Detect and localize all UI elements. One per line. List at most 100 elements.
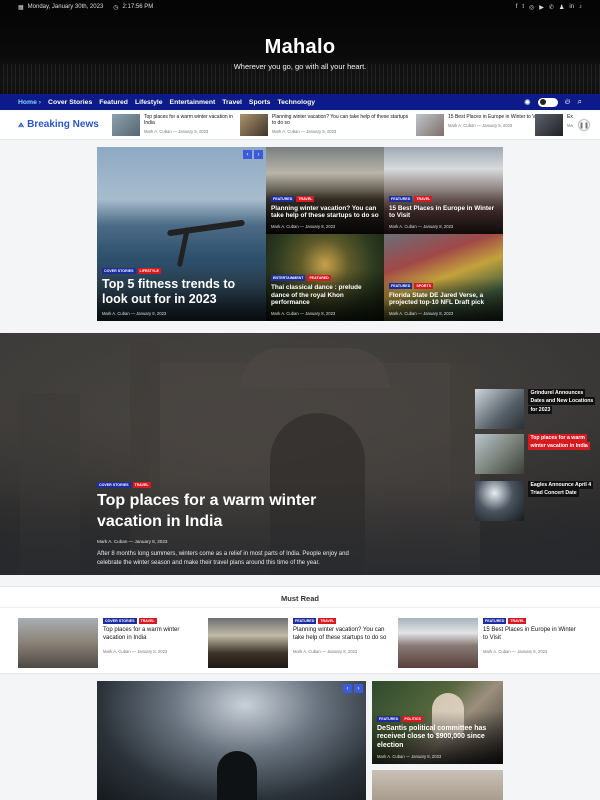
side-thumbnail: [475, 389, 525, 429]
twitter-icon[interactable]: t: [522, 4, 524, 11]
next-arrow-icon[interactable]: ›: [354, 684, 363, 693]
card-title[interactable]: Top 5 fitness trends to look out for in …: [102, 277, 261, 307]
must-read-item[interactable]: Featured Travel 15 Best Places in Europe …: [398, 618, 578, 668]
category-tag[interactable]: Politics: [402, 715, 423, 722]
category-tag[interactable]: Sports: [414, 282, 434, 289]
category-tag[interactable]: Travel: [508, 618, 527, 624]
nav-item-entertainment[interactable]: Entertainment: [170, 99, 216, 106]
nav-item-sports[interactable]: Sports: [249, 99, 271, 106]
card-title[interactable]: Planning winter vacation? You can take h…: [271, 205, 379, 220]
card-meta: Mark A. Cuban — January 8, 2023: [377, 754, 442, 759]
card-meta: Mark A. Cuban — January 8, 2023: [389, 224, 454, 229]
feature-side-item[interactable]: Eagles Announce April 4 Triad Concert Da…: [475, 481, 595, 521]
breaking-thumbnail: [535, 114, 563, 136]
site-title[interactable]: Mahalo: [0, 36, 600, 59]
nav-item-home[interactable]: Home ›: [18, 99, 41, 106]
card-meta: Mark A. Cuban — January 8, 2023: [389, 311, 454, 316]
must-read-title[interactable]: Top places for a warm winter vacation in…: [103, 627, 198, 643]
grid-card[interactable]: Featured Travel 15 Best Places in Europe …: [384, 147, 503, 234]
feature-text: Cover Stories Travel Top places for a war…: [97, 482, 457, 568]
feature-hero[interactable]: Cover Stories Travel Top places for a war…: [0, 333, 600, 575]
must-read-item[interactable]: Featured Travel Planning winter vacation?…: [208, 618, 388, 668]
facebook-icon[interactable]: f: [516, 4, 518, 11]
card-meta: Mark A. Cuban — January 8, 2023: [271, 224, 336, 229]
breaking-thumbnail: [416, 114, 444, 136]
linkedin-icon[interactable]: in: [569, 4, 574, 11]
nav-item-cover-stories[interactable]: Cover Stories: [48, 99, 92, 106]
category-tag[interactable]: Travel: [132, 482, 151, 488]
category-tag[interactable]: Entertainment: [271, 274, 306, 281]
category-tag[interactable]: Cover Stories: [103, 618, 137, 624]
tiktok-icon[interactable]: ♪: [579, 4, 582, 11]
category-tag[interactable]: Featured: [483, 618, 507, 624]
grid-card[interactable]: Featured Travel Planning winter vacation?…: [266, 147, 384, 234]
feature-title[interactable]: Top places for a warm winter vacation in…: [97, 491, 367, 533]
category-tag[interactable]: Featured: [293, 618, 317, 624]
feature-side-item[interactable]: Grindurel Announces Dates and New Locati…: [475, 389, 596, 429]
top-bar: ▦ Monday, January 30th, 2023 ◷ 2:17:56 PM …: [0, 0, 600, 14]
main-nav: Home › Cover Stories Featured Lifestyle …: [0, 94, 600, 110]
category-tag[interactable]: Featured: [271, 195, 295, 202]
next-arrow-icon[interactable]: ›: [254, 150, 263, 159]
nav-item-featured[interactable]: Featured: [99, 99, 128, 106]
category-tag[interactable]: Travel: [414, 195, 433, 202]
must-read-item[interactable]: Cover Stories Travel Top places for a war…: [18, 618, 198, 668]
time-display: ◷ 2:17:56 PM: [113, 4, 154, 11]
pause-icon: ❚❚: [578, 122, 590, 129]
chevron-right-icon: ›: [38, 98, 42, 106]
card-title[interactable]: Thai classical dance : prelude dance of …: [271, 284, 379, 307]
bottom-side-card-2[interactable]: [372, 770, 503, 800]
discord-icon[interactable]: ♟: [559, 4, 564, 11]
category-tag[interactable]: Travel: [138, 618, 157, 624]
prev-arrow-icon[interactable]: ‹: [343, 684, 352, 693]
slider-arrows: ‹ ›: [243, 150, 263, 159]
category-tag[interactable]: Travel: [318, 618, 337, 624]
category-tag[interactable]: Featured: [389, 195, 413, 202]
card-title[interactable]: 15 Best Places in Europe in Winter to Vi…: [389, 205, 498, 220]
whatsapp-icon[interactable]: ✆: [549, 4, 554, 11]
breaking-news-label: ⟑ Breaking News: [18, 119, 99, 130]
calendar-icon: ▦: [18, 4, 24, 11]
category-tag[interactable]: Lifestyle: [137, 268, 161, 274]
sun-icon[interactable]: ✺: [524, 98, 531, 107]
prev-arrow-icon[interactable]: ‹: [243, 150, 252, 159]
category-tag[interactable]: Featured: [389, 282, 413, 289]
social-links: f t ◎ ▶ ✆ ♟ in ♪: [516, 4, 582, 11]
nav-item-lifestyle[interactable]: Lifestyle: [135, 99, 163, 106]
must-read-meta: Mark A. Cuban — January 8, 2023: [483, 648, 548, 654]
monument-dome: [240, 348, 390, 388]
site-header: Mahalo Wherever you go, go with all your…: [0, 14, 600, 94]
category-tag[interactable]: Featured: [307, 274, 331, 281]
pause-button[interactable]: ❚❚: [578, 119, 590, 131]
rss-icon: ⟑: [18, 119, 25, 130]
nav-item-travel[interactable]: Travel: [222, 99, 242, 106]
grid-card[interactable]: Entertainment Featured Thai classical dan…: [266, 234, 384, 321]
category-tag[interactable]: Featured: [377, 715, 401, 722]
category-tag[interactable]: Travel: [296, 195, 315, 202]
category-tag[interactable]: Cover Stories: [102, 268, 136, 274]
card-title[interactable]: DeSantis political committee has receive…: [377, 725, 498, 750]
youtube-icon[interactable]: ▶: [539, 4, 544, 11]
breaking-item[interactable]: Top places for a warm winter vacation in…: [112, 114, 244, 136]
grid-main-card[interactable]: ‹ › Cover Stories Lifestyle Top 5 fitness …: [97, 147, 266, 321]
must-read-title[interactable]: 15 Best Places in Europe in Winter to Vi…: [483, 627, 578, 643]
feature-side-item[interactable]: Top places for a warm winter vacation in…: [475, 434, 595, 474]
category-tag[interactable]: Cover Stories: [97, 482, 131, 488]
must-read-meta: Mark A. Cuban — January 8, 2023: [103, 648, 168, 654]
must-read-title[interactable]: Planning winter vacation? You can take h…: [293, 627, 388, 643]
dark-mode-toggle[interactable]: [537, 97, 558, 107]
breaking-item[interactable]: Planning winter vacation? You can take h…: [240, 114, 412, 136]
grid-card[interactable]: Featured Sports Florida State DE Jared Ve…: [384, 234, 503, 321]
instagram-icon[interactable]: ◎: [529, 4, 534, 11]
side-thumbnail: [475, 434, 525, 474]
breaking-item[interactable]: 15 Best Places in Europe in Winter to Vi…: [416, 114, 548, 136]
card-meta: Mark A. Cuban — January 8, 2023: [102, 311, 167, 316]
nav-item-technology[interactable]: Technology: [277, 99, 315, 106]
search-icon[interactable]: ⌕: [578, 97, 582, 107]
section-heading: Must Read: [281, 594, 319, 603]
bottom-main-card[interactable]: ‹ ›: [97, 681, 366, 800]
fire-icon[interactable]: 🔥︎: [565, 97, 571, 107]
bottom-side-card[interactable]: Featured Politics DeSantis political comm…: [372, 681, 503, 764]
card-title[interactable]: Florida State DE Jared Verse, a projecte…: [389, 292, 498, 307]
side-thumbnail: [475, 481, 525, 521]
